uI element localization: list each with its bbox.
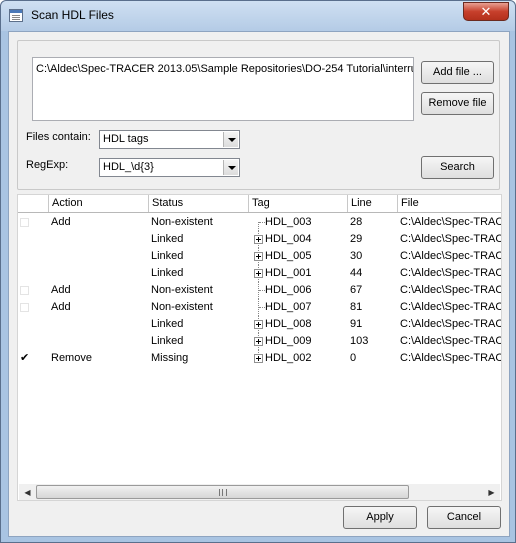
status-cell: Linked xyxy=(151,318,184,330)
horizontal-scrollbar[interactable]: ◀ ▶ xyxy=(19,484,500,500)
action-cell xyxy=(51,231,147,248)
column-header-action[interactable]: Action xyxy=(48,195,148,212)
file-cell: C:\Aldec\Spec-TRACER xyxy=(400,318,501,330)
action-cell xyxy=(51,248,147,265)
action-cell xyxy=(51,316,147,333)
scroll-thumb[interactable] xyxy=(36,485,409,499)
tag-cell: HDL_002 xyxy=(265,352,312,364)
chevron-down-icon[interactable] xyxy=(223,160,238,175)
line-cell: 67 xyxy=(350,284,363,296)
regexp-label: RegExp: xyxy=(26,159,69,171)
dialog-client-area: C:\Aldec\Spec-TRACER 2013.05\Sample Repo… xyxy=(8,31,510,537)
file-cell: C:\Aldec\Spec-TRACER xyxy=(400,284,501,296)
table-row[interactable]: Linked HDL_004 29 C:\Aldec\Spec-TRACER xyxy=(18,231,501,248)
status-cell: Non-existent xyxy=(151,284,213,296)
status-cell: Linked xyxy=(151,233,184,245)
action-cell xyxy=(51,333,147,350)
tag-cell: HDL_001 xyxy=(265,267,312,279)
file-cell: C:\Aldec\Spec-TRACER xyxy=(400,301,501,313)
table-header: Action Status Tag Line File xyxy=(18,195,501,213)
table-row[interactable]: Add Non-existent HDL_007 81 C:\Aldec\Spec-TR… xyxy=(18,299,501,316)
files-contain-value: HDL tags xyxy=(103,133,149,145)
action-cell: Remove xyxy=(51,352,92,364)
line-cell: 30 xyxy=(350,250,363,262)
checkmark-icon[interactable]: ✔ xyxy=(20,350,29,367)
chevron-down-icon[interactable] xyxy=(223,132,238,147)
app-window-icon xyxy=(9,9,23,22)
table-row[interactable]: Add Non-existent HDL_003 28 C:\Aldec\Spec-TR… xyxy=(18,214,501,231)
close-button[interactable]: ✕ xyxy=(463,2,509,21)
table-row[interactable]: Linked HDL_009 103 C:\Aldec\Spec-TRACER xyxy=(18,333,501,350)
action-cell: Add xyxy=(51,301,71,313)
tag-cell: HDL_009 xyxy=(265,335,312,347)
tag-cell: HDL_006 xyxy=(265,284,312,296)
table-row[interactable]: Linked HDL_001 44 C:\Aldec\Spec-TRACER xyxy=(18,265,501,282)
regexp-value[interactable]: HDL_\d{3} xyxy=(103,161,154,173)
tag-cell: HDL_007 xyxy=(265,301,312,313)
tag-cell: HDL_008 xyxy=(265,318,312,330)
column-header-status[interactable]: Status xyxy=(148,195,248,212)
expand-plus-icon[interactable] xyxy=(254,354,263,363)
column-header-tag[interactable]: Tag xyxy=(248,195,347,212)
line-cell: 0 xyxy=(350,352,357,364)
scan-hdl-files-dialog: Scan HDL Files ✕ C:\Aldec\Spec-TRACER 20… xyxy=(0,0,516,543)
file-cell: C:\Aldec\Spec-TRACER xyxy=(400,250,501,262)
file-cell: C:\Aldec\Spec-TRACER xyxy=(400,216,501,228)
expand-plus-icon[interactable] xyxy=(254,320,263,329)
line-cell: 103 xyxy=(350,335,369,347)
row-checkbox[interactable] xyxy=(20,218,29,227)
files-contain-select[interactable]: HDL tags xyxy=(99,130,240,149)
remove-file-button[interactable]: Remove file xyxy=(421,92,494,115)
line-cell: 81 xyxy=(350,301,363,313)
scroll-right-icon[interactable]: ▶ xyxy=(483,484,500,500)
expand-plus-icon[interactable] xyxy=(254,269,263,278)
add-file-button[interactable]: Add file ... xyxy=(421,61,494,84)
table-row[interactable]: Linked HDL_005 30 C:\Aldec\Spec-TRACER xyxy=(18,248,501,265)
table-row[interactable]: ✔ Remove Missing HDL_002 0 C:\Aldec\Spec-TRAC… xyxy=(18,350,501,367)
status-cell: Linked xyxy=(151,267,184,279)
column-header-file[interactable]: File xyxy=(397,195,501,212)
action-cell xyxy=(51,265,147,282)
search-panel: C:\Aldec\Spec-TRACER 2013.05\Sample Repo… xyxy=(17,40,500,190)
window-title: Scan HDL Files xyxy=(31,8,114,22)
regexp-combo[interactable]: HDL_\d{3} xyxy=(99,158,240,177)
line-cell: 29 xyxy=(350,233,363,245)
table-row[interactable]: Add Non-existent HDL_006 67 C:\Aldec\Spec-TR… xyxy=(18,282,501,299)
status-cell: Non-existent xyxy=(151,301,213,313)
grip-icon xyxy=(219,489,227,496)
files-list[interactable]: C:\Aldec\Spec-TRACER 2013.05\Sample Repo… xyxy=(32,57,414,121)
apply-button[interactable]: Apply xyxy=(343,506,417,529)
action-cell: Add xyxy=(51,216,71,228)
line-cell: 28 xyxy=(350,216,363,228)
status-cell: Non-existent xyxy=(151,216,213,228)
tag-cell: HDL_004 xyxy=(265,233,312,245)
scroll-left-icon[interactable]: ◀ xyxy=(19,484,36,500)
tag-cell: HDL_003 xyxy=(265,216,312,228)
files-contain-label: Files contain: xyxy=(26,131,91,143)
status-cell: Missing xyxy=(151,352,189,364)
expand-plus-icon[interactable] xyxy=(254,235,263,244)
results-table: Action Status Tag Line File Add Non-exist… xyxy=(17,194,502,501)
column-header-line[interactable]: Line xyxy=(347,195,397,212)
file-path-item[interactable]: C:\Aldec\Spec-TRACER 2013.05\Sample Repo… xyxy=(36,63,413,75)
line-cell: 91 xyxy=(350,318,363,330)
row-checkbox[interactable] xyxy=(20,303,29,312)
cancel-button[interactable]: Cancel xyxy=(427,506,501,529)
status-cell: Linked xyxy=(151,335,184,347)
file-cell: C:\Aldec\Spec-TRACER xyxy=(400,267,501,279)
line-cell: 44 xyxy=(350,267,363,279)
tree-connector xyxy=(258,222,259,231)
row-checkbox[interactable] xyxy=(20,286,29,295)
title-bar[interactable]: Scan HDL Files ✕ xyxy=(1,1,515,31)
status-cell: Linked xyxy=(151,250,184,262)
file-cell: C:\Aldec\Spec-TRACER xyxy=(400,335,501,347)
tag-cell: HDL_005 xyxy=(265,250,312,262)
search-button[interactable]: Search xyxy=(421,156,494,179)
table-row[interactable]: Linked HDL_008 91 C:\Aldec\Spec-TRACER xyxy=(18,316,501,333)
expand-plus-icon[interactable] xyxy=(254,252,263,261)
file-cell: C:\Aldec\Spec-TRACER xyxy=(400,352,501,364)
expand-plus-icon[interactable] xyxy=(254,337,263,346)
action-cell: Add xyxy=(51,284,71,296)
file-cell: C:\Aldec\Spec-TRACER xyxy=(400,233,501,245)
